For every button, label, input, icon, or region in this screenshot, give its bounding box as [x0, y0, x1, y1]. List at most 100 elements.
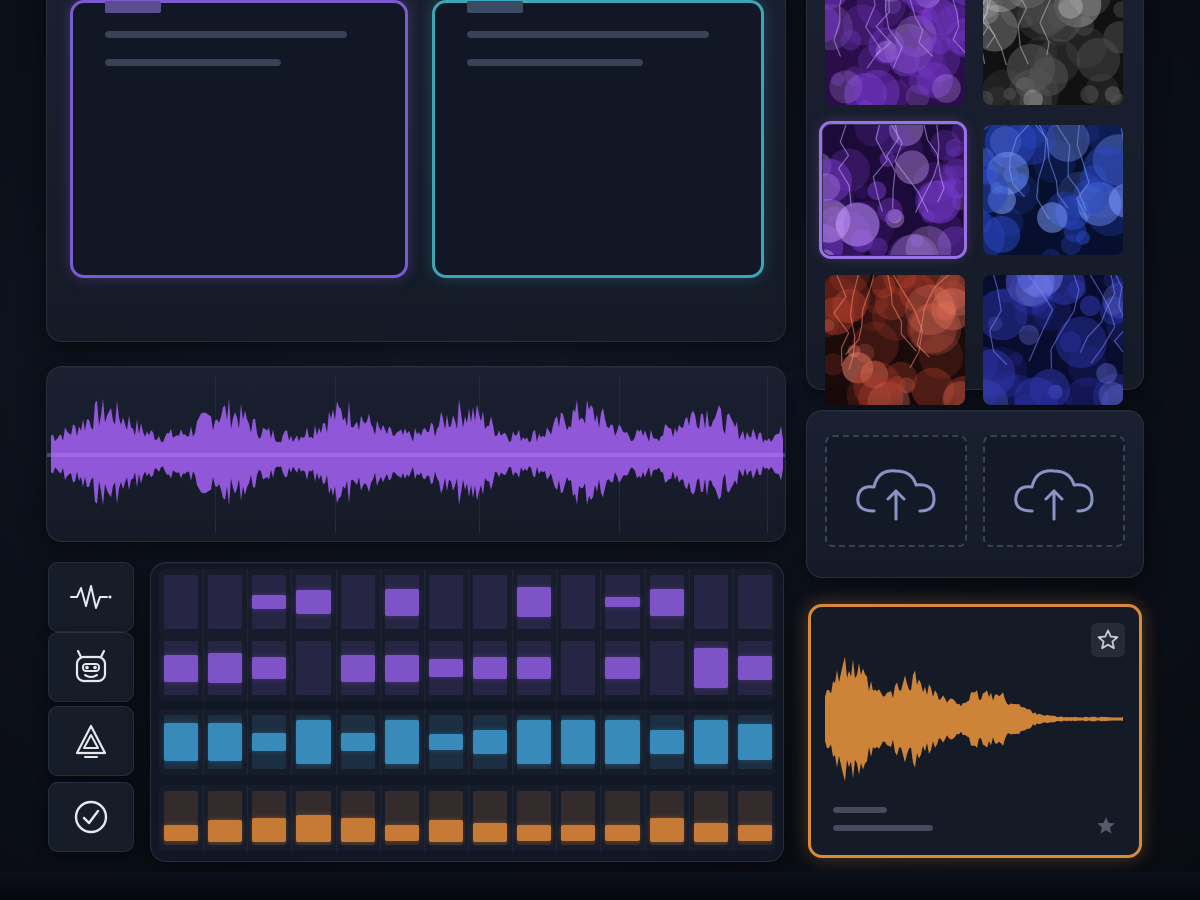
thumb-purple-storm-top[interactable] [825, 0, 965, 105]
column-divider [688, 635, 690, 701]
column-divider [600, 709, 602, 775]
step-cell-active[interactable] [649, 588, 684, 616]
column-divider [423, 569, 425, 635]
step-cell-active[interactable] [428, 733, 463, 751]
column-divider [203, 709, 205, 775]
step-cell[interactable] [473, 575, 508, 629]
step-cell-active[interactable] [164, 654, 199, 682]
step-cell[interactable] [693, 575, 728, 629]
step-cell-active[interactable] [605, 825, 640, 842]
waveform-panel[interactable] [46, 366, 786, 542]
step-cell[interactable] [340, 575, 375, 629]
step-cell[interactable] [428, 575, 463, 629]
step-cell[interactable] [296, 641, 331, 695]
step-cell-active[interactable] [252, 657, 287, 679]
waveform-tool-button[interactable] [48, 562, 134, 632]
step-cell-active[interactable] [208, 820, 243, 842]
sequencer-row [159, 635, 775, 701]
step-cell-active[interactable] [605, 720, 640, 764]
step-cell-active[interactable] [340, 654, 375, 682]
card-title-placeholder [467, 31, 709, 38]
step-cell-active[interactable] [164, 723, 199, 761]
step-cell-active[interactable] [473, 729, 508, 755]
step-cell-active[interactable] [208, 723, 243, 761]
step-cell-active[interactable] [649, 817, 684, 843]
thumb-red-clouds[interactable] [825, 275, 965, 405]
step-cell[interactable] [649, 641, 684, 695]
step-cell-active[interactable] [473, 822, 508, 842]
step-cell-active[interactable] [384, 654, 419, 682]
column-divider [556, 785, 558, 851]
step-cell-active[interactable] [737, 825, 772, 842]
step-cell-active[interactable] [561, 720, 596, 764]
card-tag [467, 1, 523, 13]
step-cell-active[interactable] [384, 825, 419, 842]
column-divider [512, 709, 514, 775]
step-cell-active[interactable] [649, 729, 684, 755]
step-cell-active[interactable] [296, 589, 331, 615]
recycle-tool-button[interactable] [48, 706, 134, 776]
step-cell-active[interactable] [605, 596, 640, 608]
column-divider [468, 569, 469, 635]
check-tool-button[interactable] [48, 782, 134, 852]
star-filled-icon[interactable] [1095, 815, 1117, 837]
thumb-indigo-clouds[interactable] [983, 275, 1123, 405]
step-cell[interactable] [737, 575, 772, 629]
card-subtitle-placeholder [467, 59, 643, 66]
thumb-gray-smoke[interactable] [983, 0, 1123, 105]
step-cell-active[interactable] [517, 825, 552, 842]
step-cell-active[interactable] [252, 732, 287, 752]
card-title-placeholder [105, 31, 347, 38]
upload-dropzone[interactable] [825, 435, 967, 547]
step-cell-active[interactable] [296, 815, 331, 843]
preset-card-teal[interactable] [432, 0, 764, 278]
step-cell-active[interactable] [164, 825, 199, 842]
column-divider [291, 635, 293, 701]
step-cell-active[interactable] [693, 822, 728, 842]
column-divider [468, 709, 469, 775]
recycle-triangle-icon [75, 724, 107, 758]
column-divider [688, 569, 690, 635]
step-cell[interactable] [561, 641, 596, 695]
step-cell-active[interactable] [384, 588, 419, 616]
step-cell-active[interactable] [296, 720, 331, 764]
step-sequencer[interactable] [150, 562, 784, 862]
step-cell-active[interactable] [428, 820, 463, 842]
column-divider [556, 635, 558, 701]
step-cell-active[interactable] [737, 724, 772, 760]
step-cell-active[interactable] [384, 720, 419, 764]
upload-dropzone[interactable] [983, 435, 1125, 547]
upload-panel [806, 410, 1144, 578]
step-cell-active[interactable] [517, 720, 552, 764]
column-divider [247, 635, 249, 701]
step-cell-active[interactable] [340, 817, 375, 843]
audio-clip-card[interactable] [808, 604, 1142, 858]
thumb-blue-clouds[interactable] [983, 125, 1123, 255]
step-cell[interactable] [208, 575, 243, 629]
step-cell-active[interactable] [693, 720, 728, 764]
column-divider [512, 569, 514, 635]
step-cell-active[interactable] [517, 657, 552, 679]
step-cell-active[interactable] [252, 595, 287, 609]
step-cell-active[interactable] [693, 647, 728, 689]
step-cell-active[interactable] [605, 657, 640, 679]
step-cell-active[interactable] [340, 732, 375, 752]
preset-card-purple[interactable] [70, 0, 408, 278]
column-divider [423, 785, 425, 851]
step-cell-active[interactable] [737, 655, 772, 681]
thumb-purple-city[interactable] [819, 121, 967, 259]
column-divider [644, 569, 646, 635]
step-cell[interactable] [561, 575, 596, 629]
robot-tool-button[interactable] [48, 632, 134, 702]
column-divider [644, 709, 646, 775]
step-cell-active[interactable] [561, 825, 596, 842]
step-cell-active[interactable] [252, 817, 287, 843]
step-cell-active[interactable] [208, 653, 243, 683]
step-cell-active[interactable] [428, 658, 463, 678]
column-divider [291, 709, 293, 775]
thumbnail-texture [983, 275, 1123, 405]
step-cell-active[interactable] [473, 657, 508, 679]
step-cell[interactable] [164, 575, 199, 629]
card-tag [105, 1, 161, 13]
step-cell-active[interactable] [517, 587, 552, 617]
